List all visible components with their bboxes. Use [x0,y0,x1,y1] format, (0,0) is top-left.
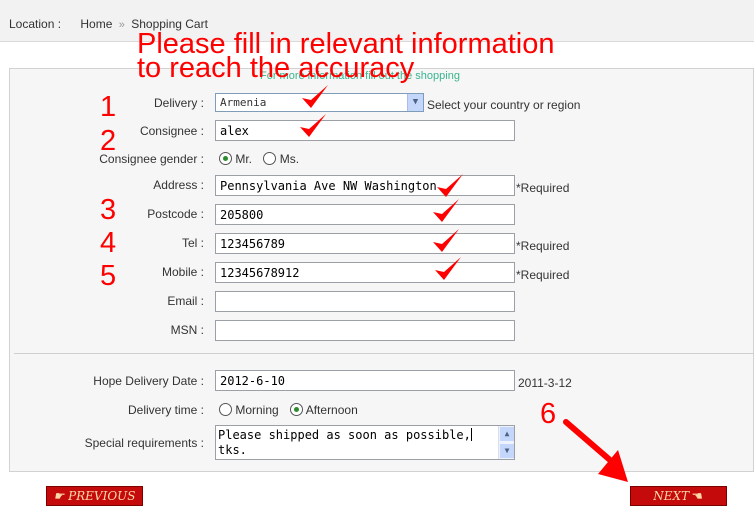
mobile-input[interactable]: 12345678912 [215,262,515,283]
gender-option-mr[interactable]: Mr. [219,152,252,166]
annotation-title-line2: to reach the accuracy [137,52,415,84]
address-label: Address : [153,178,204,192]
location-label: Location : [9,17,62,31]
previous-label: PREVIOUS [68,489,136,503]
breadcrumb-separator: » [118,19,125,31]
msn-label: MSN : [170,323,204,337]
hope-delivery-date-hint: 2011-3-12 [518,376,572,390]
checkmark-icon [300,114,326,137]
delivery-time-option-afternoon[interactable]: Afternoon [290,403,358,417]
special-requirements-line1: Please shipped as soon as possible, [218,428,471,442]
annotation-step-4: 4 [100,227,117,259]
special-requirements-line2: tks. [218,443,247,457]
next-label: NEXT [653,489,690,503]
arrow-down-right-icon [563,419,628,482]
annotation-step-6: 6 [540,398,557,430]
tel-input[interactable]: 123456789 [215,233,515,254]
next-button[interactable]: NEXT ☛ [630,486,727,506]
radio-checked-icon[interactable] [290,403,304,416]
chevron-down-icon[interactable]: ▼ [407,94,423,111]
annotation-step-3: 3 [100,194,117,226]
gender-mr-label: Mr. [235,152,253,166]
annotation-step-2: 2 [100,125,117,157]
annotation-step-1: 1 [100,91,117,123]
special-requirements-textarea[interactable]: Please shipped as soon as possible, tks.… [215,425,515,460]
mobile-required-note: *Required [516,268,570,282]
delivery-time-radio-group: Morning Afternoon [219,403,366,417]
delivery-time-label: Delivery time : [127,403,204,417]
section-divider [14,353,754,354]
email-input[interactable] [215,291,515,312]
delivery-time-option-morning[interactable]: Morning [219,403,279,417]
checkmark-icon [435,257,461,280]
tel-required-note: *Required [516,239,570,253]
gender-radio-group: Mr. Ms. [219,152,307,166]
morning-label: Morning [235,403,279,417]
checkmark-icon [302,85,328,108]
pointing-hand-icon: ☛ [692,489,704,503]
radio-unchecked-icon[interactable] [219,403,232,416]
breadcrumb-home-link[interactable]: Home [80,17,112,31]
checkmark-icon [433,229,459,252]
consignee-input[interactable]: alex [215,120,515,141]
address-required-note: *Required [516,181,570,195]
hope-delivery-date-label: Hope Delivery Date : [93,374,204,388]
textarea-scrollbar[interactable]: ▲ ▼ [498,426,514,459]
afternoon-label: Afternoon [305,403,358,417]
delivery-hint: Select your country or region [427,98,581,112]
radio-checked-icon[interactable] [219,152,232,165]
delivery-country-value: Armenia [220,96,267,109]
checkmark-icon [433,199,459,222]
gender-option-ms[interactable]: Ms. [263,152,299,166]
special-requirements-label: Special requirements : [84,436,204,450]
radio-unchecked-icon[interactable] [263,152,277,165]
text-caret [470,428,472,441]
address-input[interactable]: Pennsylvania Ave NW Washington [215,175,515,196]
annotation-step-5: 5 [100,260,117,292]
previous-button[interactable]: ☛ PREVIOUS [46,486,143,506]
email-label: Email : [167,294,204,308]
arrow-up-icon[interactable]: ▲ [500,427,514,441]
gender-ms-label: Ms. [279,152,300,166]
hope-delivery-date-input[interactable]: 2012-6-10 [215,370,515,391]
postcode-input[interactable]: 205800 [215,204,515,225]
msn-input[interactable] [215,320,515,341]
pointing-hand-icon: ☛ [53,489,65,503]
arrow-down-icon[interactable]: ▼ [500,444,514,458]
checkmark-icon [437,174,463,197]
